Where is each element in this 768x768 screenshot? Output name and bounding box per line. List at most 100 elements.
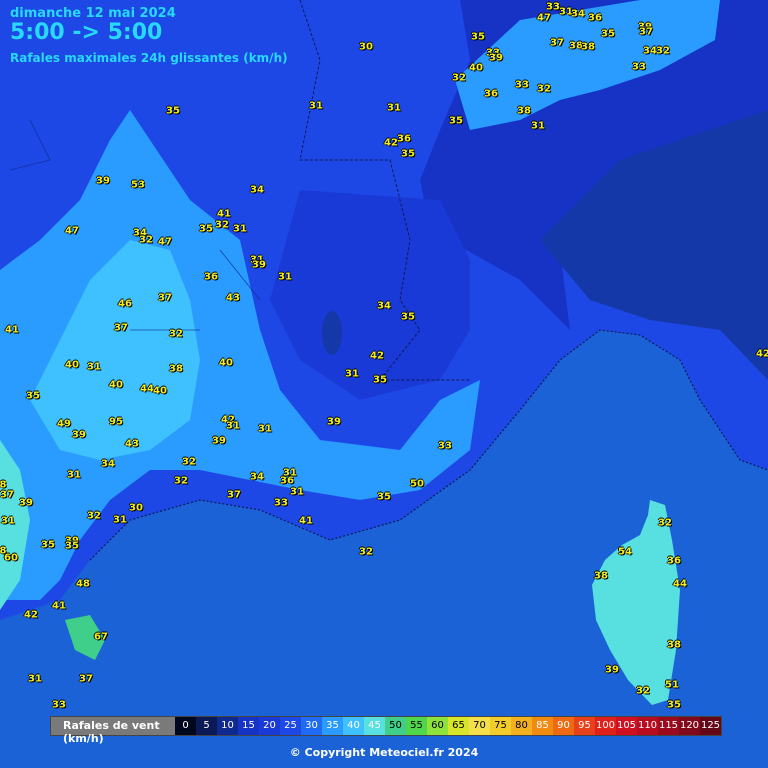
station-gust-value: 34: [101, 458, 115, 470]
station-gust-value: 50: [410, 478, 424, 490]
header-date: dimanche 12 mai 2024: [10, 6, 176, 21]
station-gust-value: 47: [158, 236, 172, 248]
station-gust-value: 40: [219, 357, 233, 369]
station-gust-value: 32: [359, 546, 373, 558]
station-gust-value: 31: [233, 223, 247, 235]
legend-cell: 40: [343, 717, 364, 735]
station-gust-value: 95: [109, 416, 123, 428]
station-gust-value: 37: [114, 322, 128, 334]
station-gust-value: 36: [667, 555, 681, 567]
station-gust-value: 35: [166, 105, 180, 117]
station-gust-value: 36: [280, 475, 294, 487]
station-gust-value: 38: [169, 363, 183, 375]
station-gust-value: 41: [52, 600, 66, 612]
station-gust-value: 39: [327, 416, 341, 428]
legend-cell: 125: [700, 717, 721, 735]
station-gust-value: 32: [452, 72, 466, 84]
station-gust-value: 36: [484, 88, 498, 100]
station-gust-value: 33: [546, 1, 560, 13]
station-gust-value: 38: [581, 41, 595, 53]
lake: [322, 311, 342, 355]
legend-cell: 115: [658, 717, 679, 735]
station-gust-value: 32: [656, 45, 670, 57]
station-gust-value: 37: [158, 292, 172, 304]
station-gust-value: 31: [67, 469, 81, 481]
station-gust-value: 35: [471, 31, 485, 43]
station-gust-value: 31: [345, 368, 359, 380]
station-gust-value: 35: [449, 115, 463, 127]
station-gust-value: 37: [550, 37, 564, 49]
legend-cell: 5: [196, 717, 217, 735]
legend-title: Rafales de vent (km/h): [51, 717, 175, 745]
legend-cell: 100: [595, 717, 616, 735]
station-gust-value: 31: [278, 271, 292, 283]
station-gust-value: 36: [204, 271, 218, 283]
station-gust-value: 34: [571, 8, 585, 20]
legend-cell: 30: [301, 717, 322, 735]
station-gust-value: 38: [517, 105, 531, 117]
legend-scale: 0 5 10 15 20 25 30 35 40 45 50 55 60 65 70 75 80 85 90 95 10…: [175, 717, 721, 735]
station-gust-value: 34: [643, 45, 657, 57]
legend-cell: 85: [532, 717, 553, 735]
station-gust-value: 37: [227, 489, 241, 501]
map-stage: dimanche 12 mai 2024 5:00 -> 5:00 Rafale…: [0, 0, 768, 768]
station-gust-value: 39: [489, 52, 503, 64]
station-gust-value: 41: [217, 208, 231, 220]
legend-cell: 15: [238, 717, 259, 735]
station-gust-value: 34: [377, 300, 391, 312]
station-gust-value: 38: [667, 639, 681, 651]
legend-cell: 45: [364, 717, 385, 735]
station-gust-value: 40: [109, 379, 123, 391]
station-gust-value: 35: [199, 223, 213, 235]
station-gust-value: 35: [41, 539, 55, 551]
station-gust-value: 35: [377, 491, 391, 503]
legend-cell: 70: [469, 717, 490, 735]
legend-cell: 95: [574, 717, 595, 735]
station-gust-value: 36: [588, 12, 602, 24]
station-gust-value: 31: [258, 423, 272, 435]
legend: Rafales de vent (km/h) 0 5 10 15 20 25 30 35 40 4…: [50, 716, 722, 745]
station-gust-value: 43: [125, 438, 139, 450]
station-gust-value: 46: [118, 298, 132, 310]
station-gust-value: 35: [26, 390, 40, 402]
station-gust-value: 35: [401, 311, 415, 323]
legend-cell: 55: [406, 717, 427, 735]
station-gust-value: 36: [397, 133, 411, 145]
station-gust-value: 32: [658, 517, 672, 529]
station-gust-value: 60: [4, 552, 18, 564]
legend-cell: 120: [679, 717, 700, 735]
station-gust-value: 31: [1, 515, 15, 527]
station-gust-value: 44: [140, 383, 154, 395]
station-gust-value: 31: [226, 420, 240, 432]
station-gust-value: 32: [537, 83, 551, 95]
station-gust-value: 33: [274, 497, 288, 509]
station-gust-value: 39: [252, 259, 266, 271]
legend-cell: 80: [511, 717, 532, 735]
station-gust-value: 39: [19, 497, 33, 509]
station-gust-value: 51: [665, 679, 679, 691]
station-gust-value: 35: [65, 540, 79, 552]
station-gust-value: 47: [65, 225, 79, 237]
station-gust-value: 33: [632, 61, 646, 73]
station-gust-value: 39: [72, 429, 86, 441]
station-gust-value: 33: [515, 79, 529, 91]
station-gust-value: 39: [605, 664, 619, 676]
station-gust-value: 53: [131, 179, 145, 191]
legend-cell: 50: [385, 717, 406, 735]
station-gust-value: 34: [250, 184, 264, 196]
station-gust-value: 35: [401, 148, 415, 160]
legend-cell: 60: [427, 717, 448, 735]
legend-cell: 75: [490, 717, 511, 735]
station-gust-value: 40: [153, 385, 167, 397]
station-gust-value: 33: [438, 440, 452, 452]
station-gust-value: 32: [139, 234, 153, 246]
copyright: © Copyright Meteociel.fr 2024: [289, 746, 479, 759]
legend-cell: 110: [637, 717, 658, 735]
station-gust-value: 34: [250, 471, 264, 483]
legend-cell: 10: [217, 717, 238, 735]
station-gust-value: 42: [384, 137, 398, 149]
station-gust-value: 42: [756, 348, 768, 360]
station-gust-value: 47: [537, 12, 551, 24]
legend-cell: 0: [175, 717, 196, 735]
station-gust-value: 32: [182, 456, 196, 468]
